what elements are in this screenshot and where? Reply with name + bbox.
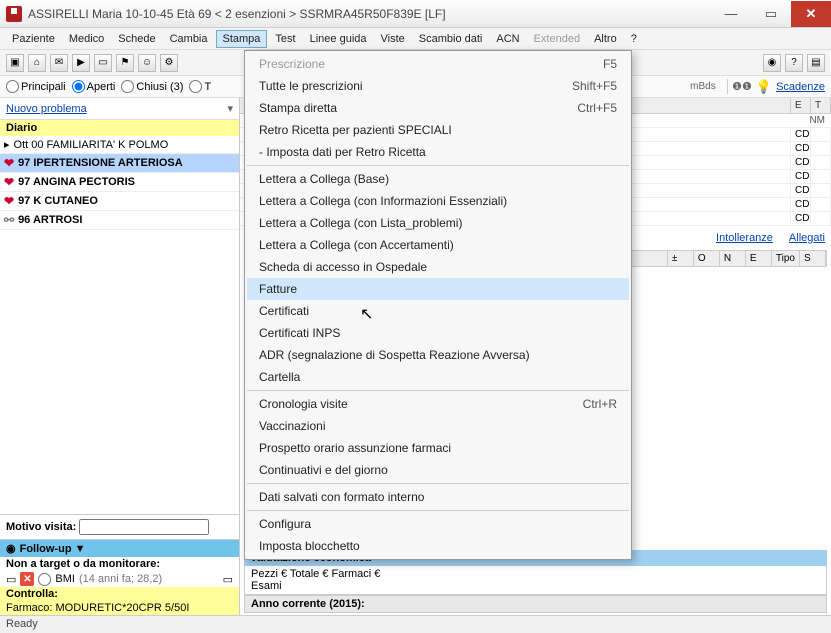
problem-label: 96 ARTROSI — [18, 214, 82, 226]
window-title: ASSIRELLI Maria 10-10-45 Età 69 < 2 esen… — [28, 7, 711, 21]
tool-icon[interactable]: ☺ — [138, 54, 156, 72]
controlla-label: Controlla: — [0, 587, 239, 601]
menu-scambio dati[interactable]: Scambio dati — [413, 31, 489, 47]
problem-label: 97 ANGINA PECTORIS — [18, 176, 135, 188]
followup-icon: ◉ — [6, 542, 16, 555]
menuitem-certificati[interactable]: Certificati — [247, 300, 629, 322]
menuitem-retro-ricetta-per-pazien[interactable]: Retro Ricetta per pazienti SPECIALI — [247, 119, 629, 141]
info-icon: ❶❶ — [732, 80, 752, 93]
menuitem-scheda-di-accesso-in-osp[interactable]: Scheda di accesso in Ospedale — [247, 256, 629, 278]
farmaco-row[interactable]: Farmaco: MODURETIC*20CPR 5/50I — [0, 601, 239, 615]
menu-linee guida[interactable]: Linee guida — [304, 31, 373, 47]
mbds-header: mBds — [686, 79, 728, 94]
tool-icon[interactable]: ? — [785, 54, 803, 72]
menuitem-dati-salvati-con-formato[interactable]: Dati salvati con formato interno — [247, 486, 629, 508]
menuitem-imposta-blocchetto[interactable]: Imposta blocchetto — [247, 535, 629, 557]
menubar: PazienteMedicoSchedeCambiaStampaTestLine… — [0, 28, 831, 50]
menuitem-tutte-le-prescrizioni[interactable]: Tutte le prescrizioniShift+F5 — [247, 75, 629, 97]
motivo-input[interactable] — [79, 519, 209, 535]
menuitem-continuativi-e-del-giorn[interactable]: Continuativi e del giorno — [247, 459, 629, 481]
menu-schede[interactable]: Schede — [112, 31, 161, 47]
minimize-button[interactable]: — — [711, 1, 751, 27]
problem-item[interactable]: ❤ 97 K CUTANEO — [0, 192, 239, 211]
menu-?[interactable]: ? — [625, 31, 643, 47]
menuitem-prescrizione: PrescrizioneF5 — [247, 53, 629, 75]
motivo-row: Motivo visita: — [0, 514, 239, 539]
stampa-menu: PrescrizioneF5Tutte le prescrizioniShift… — [244, 50, 632, 560]
menuitem-fatture[interactable]: Fatture — [247, 278, 629, 300]
menuitem-lettera-a-collega-con-in[interactable]: Lettera a Collega (con Informazioni Esse… — [247, 190, 629, 212]
status-bar: Ready — [0, 615, 831, 633]
left-panel: Nuovo problema ▾ Diario ▸ Ott 00 FAMILIAR… — [0, 98, 240, 615]
menuitem-configura[interactable]: Configura — [247, 513, 629, 535]
problem-label: Ott 00 FAMILIARITA' K POLMO — [14, 139, 169, 151]
bmi-row[interactable]: ▭ ✕ BMI (14 anni fa; 28,2) ▭ — [0, 571, 239, 587]
tool-icon[interactable]: ⚙ — [160, 54, 178, 72]
menuitem-prospetto-orario-assunzi[interactable]: Prospetto orario assunzione farmaci — [247, 437, 629, 459]
menuitem-lettera-a-collega-con-li[interactable]: Lettera a Collega (con Lista_problemi) — [247, 212, 629, 234]
filter-t[interactable]: T — [189, 80, 211, 93]
problem-label: 97 K CUTANEO — [18, 195, 98, 207]
menuitem-vaccinazioni[interactable]: Vaccinazioni — [247, 415, 629, 437]
menu-extended[interactable]: Extended — [528, 31, 586, 47]
filter-chiusi[interactable]: Chiusi (3) — [121, 80, 183, 93]
close-button[interactable]: ✕ — [791, 1, 831, 27]
maximize-button[interactable]: ▭ — [751, 1, 791, 27]
new-problem-row[interactable]: Nuovo problema ▾ — [0, 98, 239, 120]
menu-acn[interactable]: ACN — [490, 31, 525, 47]
titlebar: ASSIRELLI Maria 10-10-45 Età 69 < 2 esen… — [0, 0, 831, 28]
problem-item[interactable]: ❤ 97 IPERTENSIONE ARTERIOSA — [0, 154, 239, 173]
allegati-link[interactable]: Allegati — [789, 232, 825, 244]
tool-icon[interactable]: ✉ — [50, 54, 68, 72]
valutazione-body: Pezzi € Totale € Farmaci € Esami — [244, 566, 827, 595]
problem-item[interactable]: ▸ Ott 00 FAMILIARITA' K POLMO — [0, 136, 239, 154]
tool-icon[interactable]: ⚑ — [116, 54, 134, 72]
menu-altro[interactable]: Altro — [588, 31, 623, 47]
menu-paziente[interactable]: Paziente — [6, 31, 61, 47]
followup-header[interactable]: ◉ Follow-up ▼ — [0, 540, 239, 557]
filter-aperti[interactable]: Aperti — [72, 80, 116, 93]
chevron-down-icon[interactable]: ▾ — [227, 102, 233, 115]
menuitem-certificati-inps[interactable]: Certificati INPS — [247, 322, 629, 344]
cursor-icon: ↖ — [360, 304, 373, 324]
tool-icon[interactable]: ⌂ — [28, 54, 46, 72]
menuitem--imposta-dati-per-retro-[interactable]: - Imposta dati per Retro Ricetta — [247, 141, 629, 163]
menuitem-lettera-a-collega-base-[interactable]: Lettera a Collega (Base) — [247, 168, 629, 190]
tool-icon[interactable]: ▶ — [72, 54, 90, 72]
bone-icon: ⚯ — [4, 213, 14, 227]
intolleranze-link[interactable]: Intolleranze — [716, 232, 773, 244]
menuitem-adr-segnalazione-di-sosp[interactable]: ADR (segnalazione di Sospetta Reazione A… — [247, 344, 629, 366]
tool-icon[interactable]: ◉ — [763, 54, 781, 72]
anno-header[interactable]: Anno corrente (2015): — [244, 595, 827, 613]
followup-target: Non a target o da monitorare: — [0, 557, 239, 571]
lightbulb-icon: 💡 — [756, 79, 772, 95]
filter-principali[interactable]: Principali — [6, 80, 66, 93]
diario-header[interactable]: Diario — [0, 120, 239, 136]
menu-cambia[interactable]: Cambia — [164, 31, 214, 47]
problem-item[interactable]: ⚯ 96 ARTROSI — [0, 211, 239, 230]
heart-icon: ❤ — [4, 156, 14, 170]
blank-icon: ▸ — [4, 138, 10, 151]
problem-item[interactable]: ❤ 97 ANGINA PECTORIS — [0, 173, 239, 192]
heart-icon: ❤ — [4, 175, 14, 189]
error-icon: ✕ — [20, 572, 34, 586]
new-problem-link[interactable]: Nuovo problema — [6, 103, 87, 115]
app-icon — [6, 6, 22, 22]
menu-viste[interactable]: Viste — [375, 31, 411, 47]
menuitem-stampa-diretta[interactable]: Stampa direttaCtrl+F5 — [247, 97, 629, 119]
scadenze-link[interactable]: Scadenze — [776, 81, 825, 93]
tool-icon[interactable]: ▣ — [6, 54, 24, 72]
heart-icon: ❤ — [4, 194, 14, 208]
menu-medico[interactable]: Medico — [63, 31, 110, 47]
problem-label: 97 IPERTENSIONE ARTERIOSA — [18, 157, 183, 169]
menu-stampa[interactable]: Stampa — [216, 30, 268, 48]
tool-icon[interactable]: ▭ — [94, 54, 112, 72]
menuitem-cartella[interactable]: Cartella — [247, 366, 629, 388]
tool-icon[interactable]: ▤ — [807, 54, 825, 72]
motivo-label: Motivo visita: — [6, 521, 76, 533]
menuitem-cronologia-visite[interactable]: Cronologia visiteCtrl+R — [247, 393, 629, 415]
menu-test[interactable]: Test — [269, 31, 301, 47]
menuitem-lettera-a-collega-con-ac[interactable]: Lettera a Collega (con Accertamenti) — [247, 234, 629, 256]
